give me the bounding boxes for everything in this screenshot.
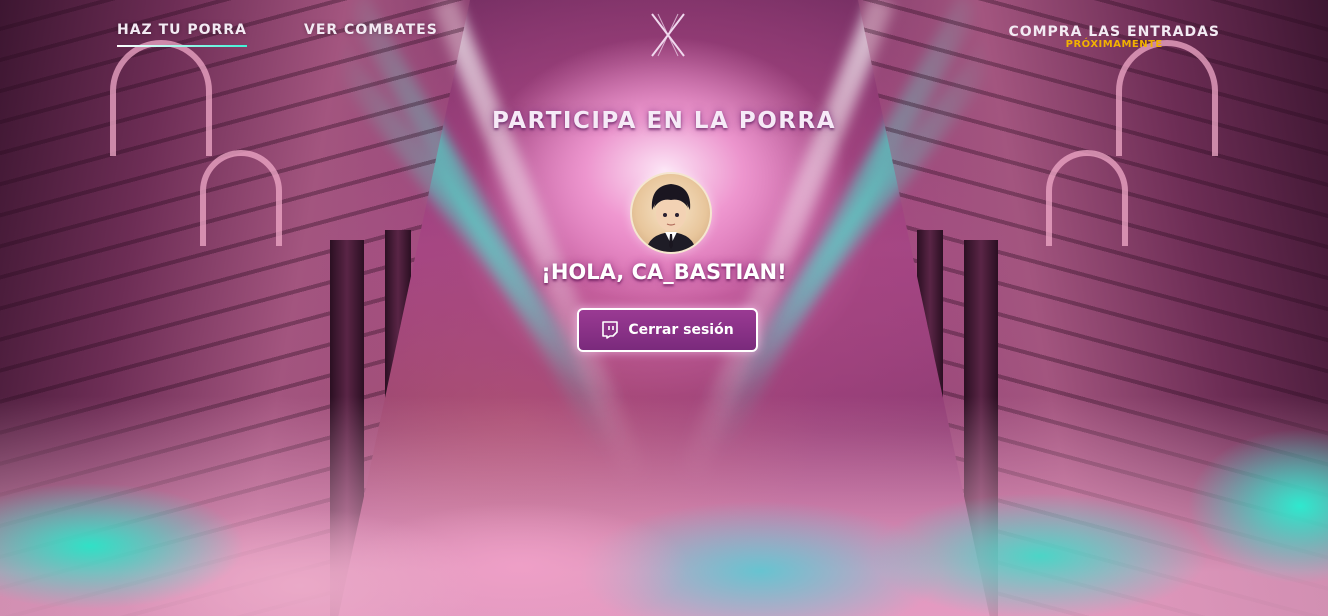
arch [200,150,282,246]
top-navigation: HAZ TU PORRA VER COMBATES COMPRA LAS ENT… [0,0,1328,60]
tickets-label: COMPRA LAS ENTRADAS [1008,24,1220,40]
twitch-icon [602,321,619,339]
nav-haz-tu-porra[interactable]: HAZ TU PORRA [117,22,247,47]
nav-ver-combates[interactable]: VER COMBATES [304,22,438,38]
tickets-sublabel: PRÓXIMAMENTE [1065,39,1163,50]
page-title: PARTICIPA EN LA PORRA [491,108,837,134]
avatar-illustration [646,184,696,252]
logout-label: Cerrar sesión [628,322,734,338]
user-avatar [630,172,712,254]
logout-button[interactable]: Cerrar sesión [577,308,758,352]
greeting-text: ¡HOLA, CA_BASTIAN! [541,260,787,284]
clouds [0,396,1328,616]
x-logo-icon[interactable] [648,12,688,58]
buy-tickets-link[interactable]: COMPRA LAS ENTRADAS PRÓXIMAMENTE [1008,24,1220,50]
arch [1046,150,1128,246]
